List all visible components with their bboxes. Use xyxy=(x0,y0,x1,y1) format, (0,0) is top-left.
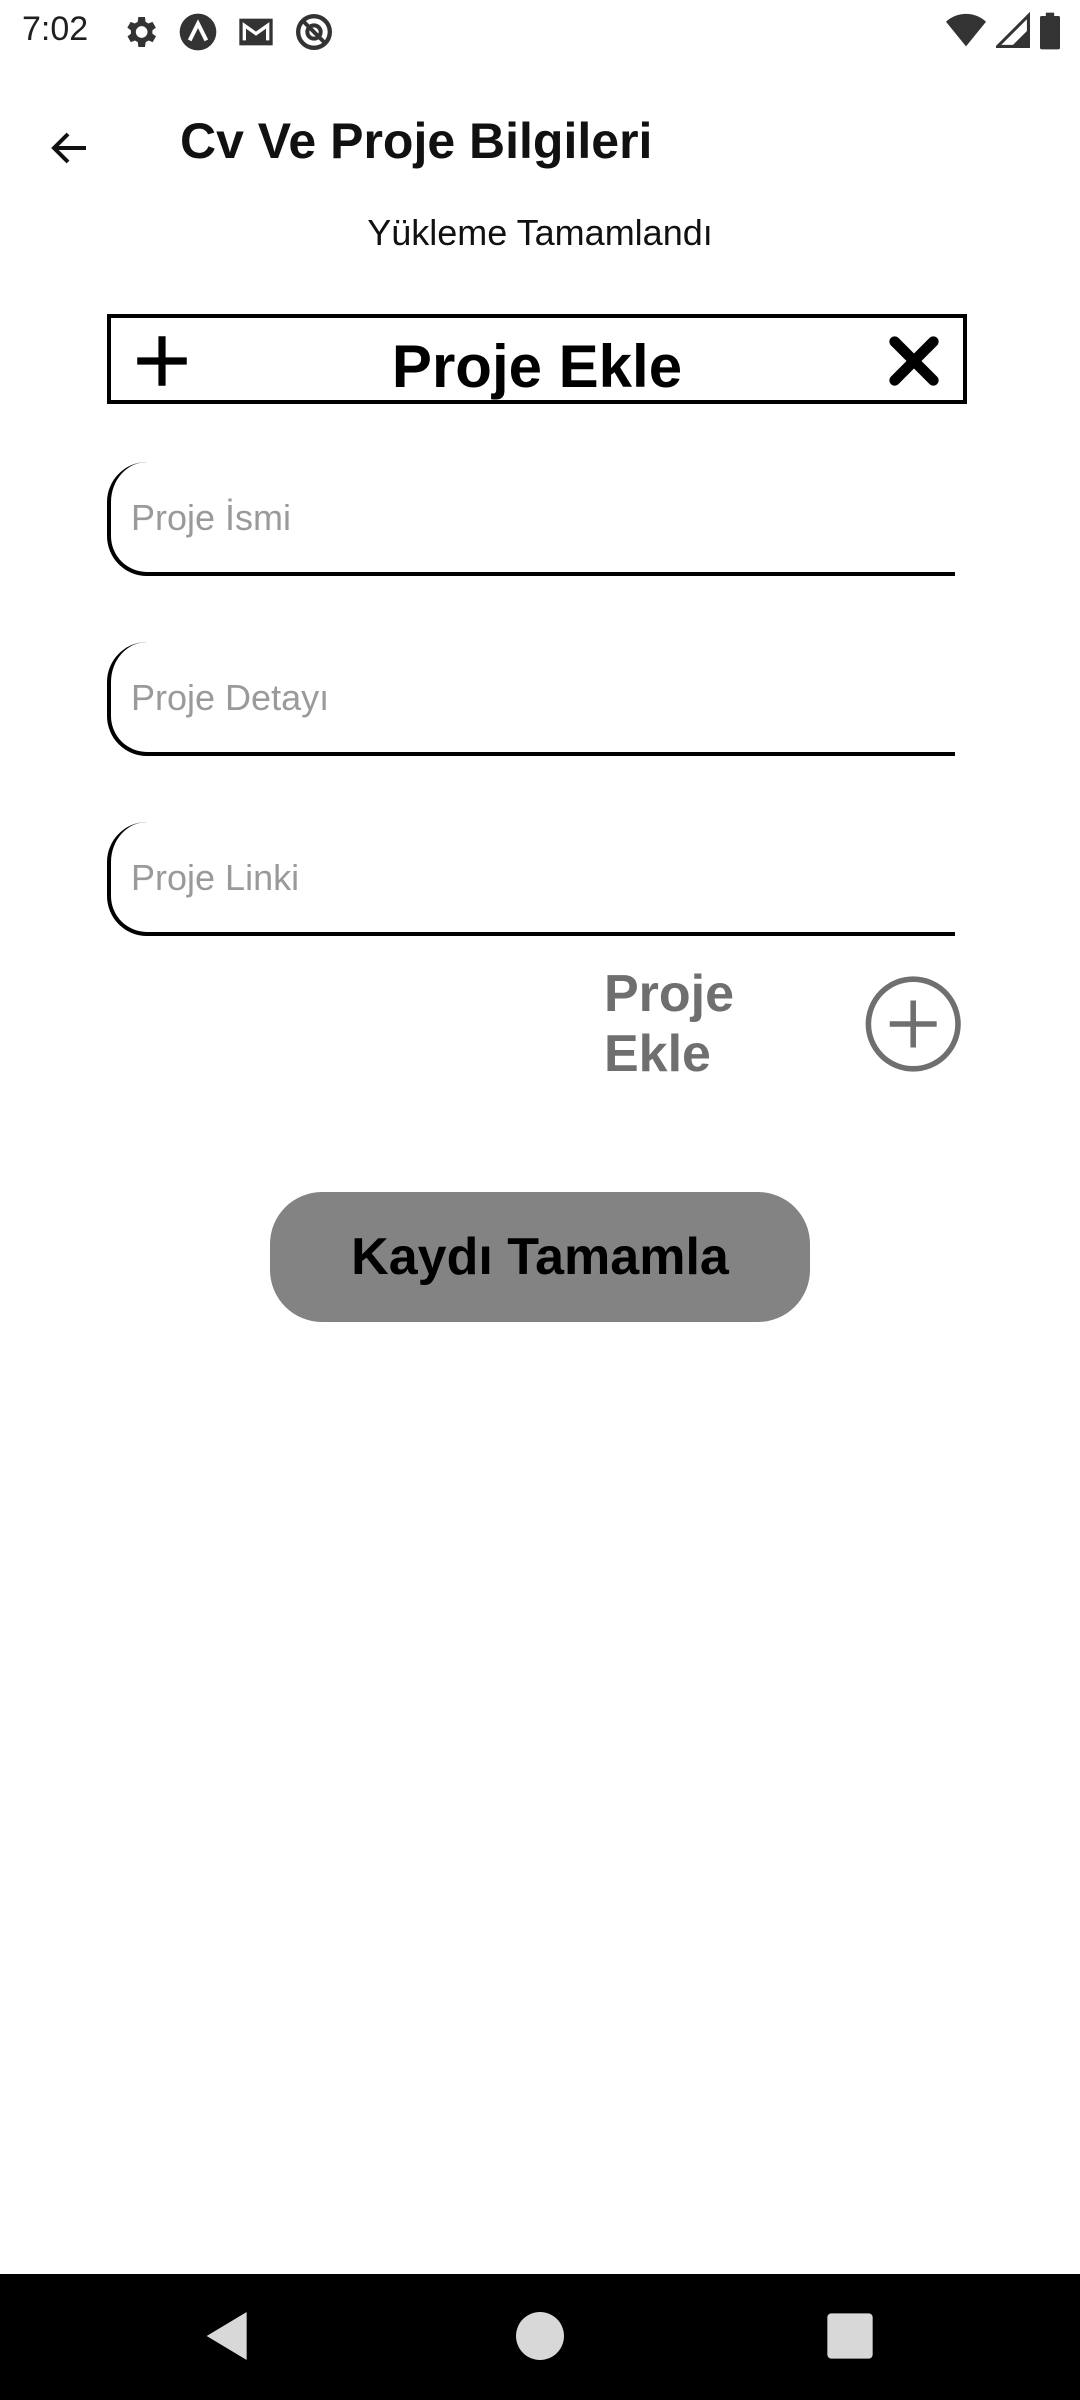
upload-status-text: Yükleme Tamamlandı xyxy=(367,212,713,253)
project-name-input[interactable] xyxy=(129,462,933,574)
status-system-icons xyxy=(946,12,1060,50)
project-link-input[interactable] xyxy=(129,822,933,934)
page-title: Cv Ve Proje Bilgileri xyxy=(180,113,653,169)
signal-icon xyxy=(996,12,1030,48)
do-not-disturb-icon xyxy=(296,14,332,50)
nav-recents-icon[interactable] xyxy=(818,2304,882,2368)
settings-icon xyxy=(127,17,156,47)
status-bar: 7:02 xyxy=(0,0,1080,62)
complete-registration-button[interactable]: Kaydı Tamamla xyxy=(270,1192,810,1322)
screen: 7:02 Cv Ve Proje Bilgileri Yükleme Tamam… xyxy=(0,0,1080,2400)
status-notification-icons xyxy=(120,12,334,52)
wifi-icon xyxy=(946,13,986,47)
project-name-field-container xyxy=(107,462,955,576)
app-bar: Cv Ve Proje Bilgileri xyxy=(0,80,1080,200)
project-detail-field-container xyxy=(107,642,955,756)
close-icon[interactable] xyxy=(885,332,943,390)
gmail-icon xyxy=(239,18,273,46)
battery-icon xyxy=(1040,12,1060,50)
app-icon xyxy=(179,13,217,51)
add-circle-icon xyxy=(865,976,961,1072)
navigation-bar xyxy=(0,2274,1080,2400)
add-project-button[interactable]: Proje Ekle xyxy=(604,965,964,1083)
add-project-label: Proje Ekle xyxy=(604,965,735,1083)
project-link-field-container xyxy=(107,822,955,936)
arrow-left-icon xyxy=(51,132,86,164)
back-button[interactable] xyxy=(30,108,110,188)
nav-back-icon[interactable] xyxy=(196,2304,260,2368)
status-time: 7:02 xyxy=(22,10,89,48)
project-detail-input[interactable] xyxy=(129,642,933,754)
project-header: Proje Ekle xyxy=(107,314,967,404)
project-header-title: Proje Ekle xyxy=(391,333,683,400)
nav-home-icon[interactable] xyxy=(508,2304,572,2368)
